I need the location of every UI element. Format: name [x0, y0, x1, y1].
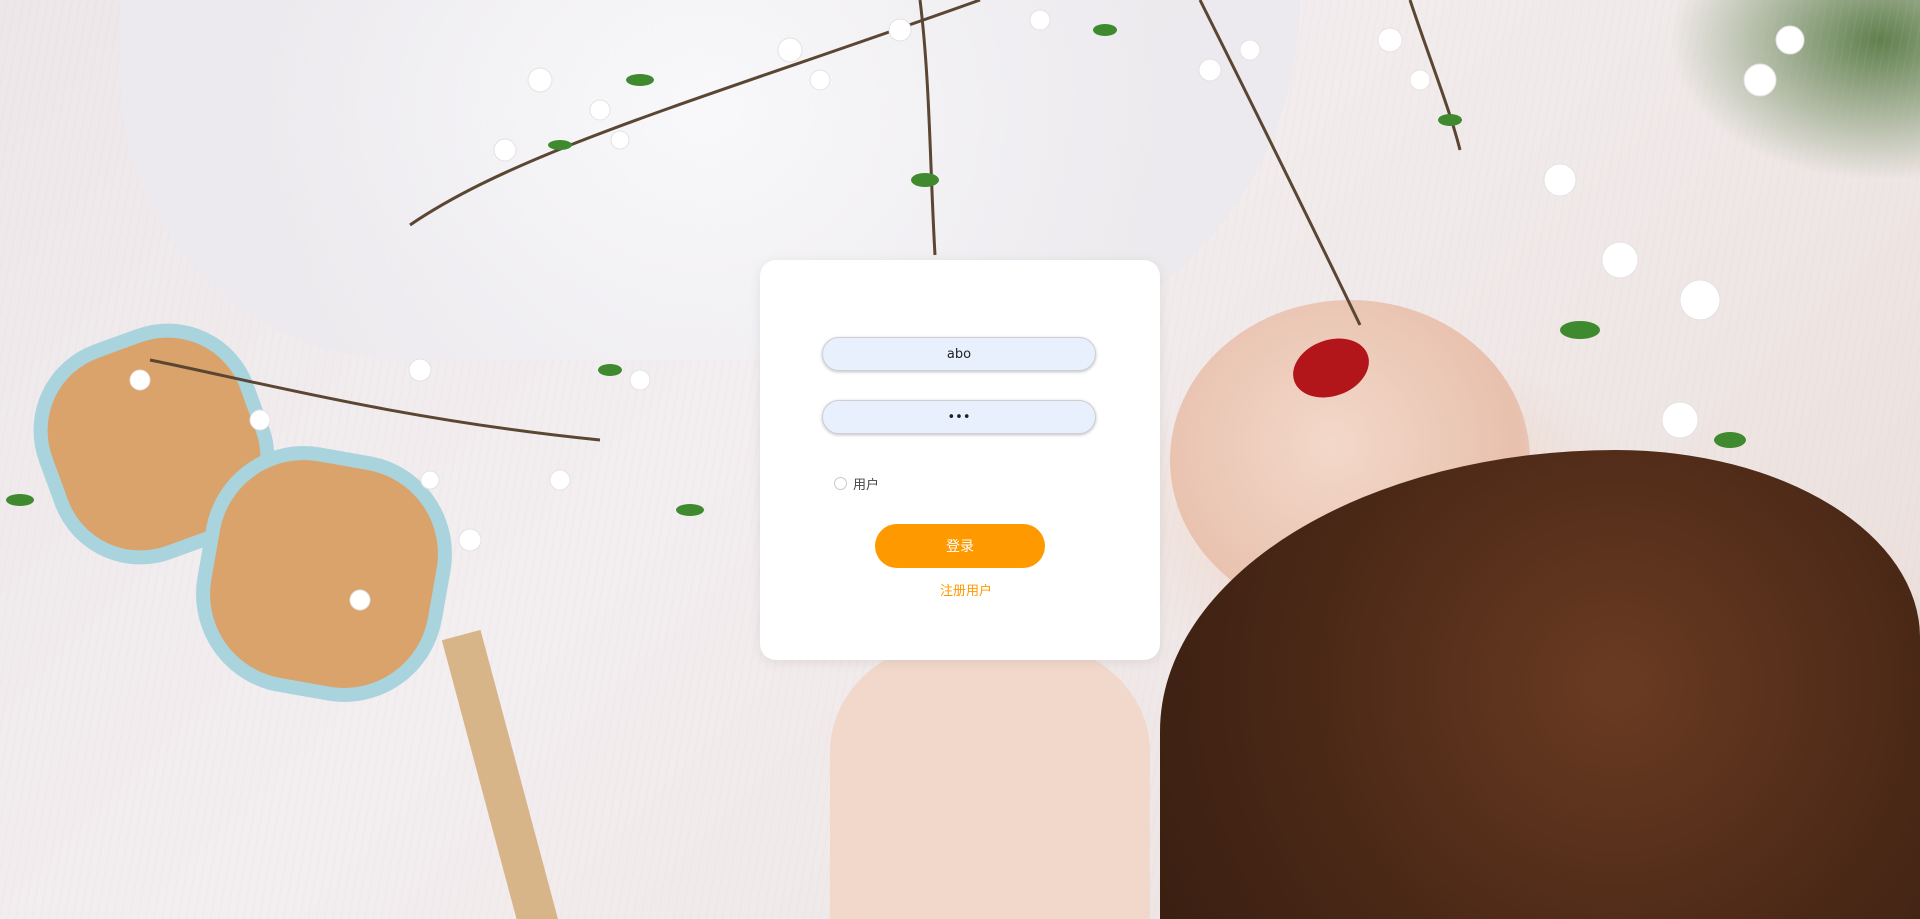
password-input[interactable] — [822, 400, 1096, 434]
role-option-user[interactable]: 用户 — [834, 474, 879, 493]
role-label: 用户 — [853, 478, 880, 493]
register-link[interactable]: 注册用户 — [940, 580, 992, 599]
login-button[interactable]: 登录 — [875, 524, 1045, 568]
radio-icon[interactable] — [834, 477, 847, 490]
username-input[interactable] — [822, 337, 1096, 371]
login-card: 用户 登录 注册用户 — [760, 260, 1160, 660]
